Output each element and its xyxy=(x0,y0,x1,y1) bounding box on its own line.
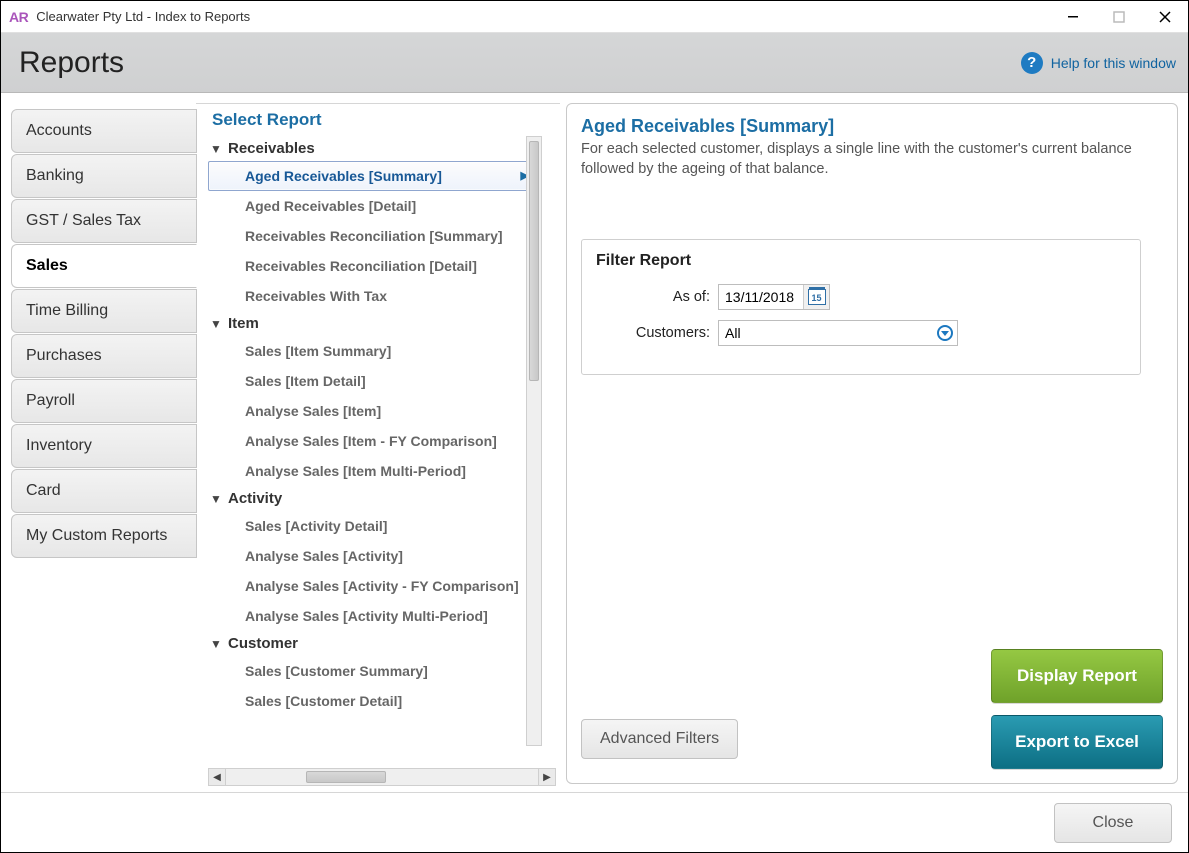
category-tab-card[interactable]: Card xyxy=(11,469,197,513)
report-group-receivables[interactable]: ▼ Receivables xyxy=(208,136,538,161)
report-item[interactable]: Analyse Sales [Activity] xyxy=(208,541,538,571)
customers-combo[interactable] xyxy=(718,320,958,346)
help-link[interactable]: ? Help for this window xyxy=(1021,52,1176,74)
report-item[interactable]: Sales [Item Detail] xyxy=(208,366,538,396)
report-detail-panel: Aged Receivables [Summary] For each sele… xyxy=(566,103,1178,784)
as-of-date-input[interactable] xyxy=(719,285,803,309)
select-report-title: Select Report xyxy=(206,104,560,136)
minimize-button[interactable] xyxy=(1050,1,1096,33)
category-tab-my-custom-reports[interactable]: My Custom Reports xyxy=(11,514,197,558)
filter-title: Filter Report xyxy=(596,252,1126,270)
disclosure-icon: ▼ xyxy=(210,492,224,506)
app-icon: AR xyxy=(9,9,28,25)
report-item[interactable]: Sales [Customer Summary] xyxy=(208,656,538,686)
page-title: Reports xyxy=(19,46,124,80)
category-tab-banking[interactable]: Banking xyxy=(11,154,197,198)
report-item[interactable]: Sales [Activity Detail] xyxy=(208,511,538,541)
disclosure-icon: ▼ xyxy=(210,142,224,156)
customers-label: Customers: xyxy=(596,325,710,341)
category-nav: AccountsBankingGST / Sales TaxSalesTime … xyxy=(1,103,197,792)
report-item[interactable]: Analyse Sales [Activity - FY Comparison] xyxy=(208,571,538,601)
as-of-label: As of: xyxy=(596,289,710,305)
header-bar: Reports ? Help for this window xyxy=(1,33,1188,93)
category-tab-purchases[interactable]: Purchases xyxy=(11,334,197,378)
export-to-excel-button[interactable]: Export to Excel xyxy=(991,715,1163,769)
report-item[interactable]: Analyse Sales [Activity Multi-Period] xyxy=(208,601,538,631)
advanced-filters-button[interactable]: Advanced Filters xyxy=(581,719,738,759)
maximize-button[interactable] xyxy=(1096,1,1142,33)
report-item[interactable]: Analyse Sales [Item] xyxy=(208,396,538,426)
report-item[interactable]: Aged Receivables [Summary] xyxy=(208,161,538,191)
disclosure-icon: ▼ xyxy=(210,637,224,651)
close-button[interactable]: Close xyxy=(1054,803,1172,843)
vertical-scrollbar[interactable] xyxy=(526,136,542,746)
report-group-label: Item xyxy=(228,315,259,332)
report-group-label: Receivables xyxy=(228,140,315,157)
chevron-down-icon xyxy=(937,325,953,341)
close-window-button[interactable] xyxy=(1142,1,1188,33)
category-tab-accounts[interactable]: Accounts xyxy=(11,109,197,153)
customers-input[interactable] xyxy=(719,321,933,345)
calendar-icon: 15 xyxy=(809,291,825,304)
report-item[interactable]: Receivables Reconciliation [Summary] xyxy=(208,221,538,251)
category-tab-time-billing[interactable]: Time Billing xyxy=(11,289,197,333)
category-tab-gst-sales-tax[interactable]: GST / Sales Tax xyxy=(11,199,197,243)
category-tab-inventory[interactable]: Inventory xyxy=(11,424,197,468)
report-item[interactable]: Sales [Customer Detail] xyxy=(208,686,538,716)
help-icon: ? xyxy=(1021,52,1043,74)
report-item[interactable]: Sales [Item Summary] xyxy=(208,336,538,366)
report-item[interactable]: Receivables Reconciliation [Detail] xyxy=(208,251,538,281)
calendar-button[interactable]: 15 xyxy=(803,285,829,309)
help-label: Help for this window xyxy=(1051,55,1176,71)
report-tree: ▼ Receivables Aged Receivables [Summary]Ag… xyxy=(206,136,542,764)
report-item[interactable]: Analyse Sales [Item Multi-Period] xyxy=(208,456,538,486)
report-list-panel: Select Report ▼ Receivables Aged Receivabl… xyxy=(196,103,560,792)
disclosure-icon: ▼ xyxy=(210,317,224,331)
report-group-activity[interactable]: ▼ Activity xyxy=(208,486,538,511)
scroll-right-arrow[interactable]: ▶ xyxy=(538,768,556,786)
window-title: Clearwater Pty Ltd - Index to Reports xyxy=(36,9,250,24)
window-titlebar: AR Clearwater Pty Ltd - Index to Reports xyxy=(1,1,1188,33)
footer-bar: Close xyxy=(1,792,1188,852)
report-group-item[interactable]: ▼ Item xyxy=(208,311,538,336)
category-tab-payroll[interactable]: Payroll xyxy=(11,379,197,423)
horizontal-scrollbar[interactable]: ◀ ▶ xyxy=(208,768,556,786)
filter-report-box: Filter Report As of: 15 Customers: xyxy=(581,239,1141,375)
report-group-customer[interactable]: ▼ Customer xyxy=(208,631,538,656)
category-tab-sales[interactable]: Sales xyxy=(11,244,197,288)
report-group-label: Activity xyxy=(228,490,282,507)
display-report-button[interactable]: Display Report xyxy=(991,649,1163,703)
report-group-label: Customer xyxy=(228,635,298,652)
customers-dropdown-button[interactable] xyxy=(933,321,957,345)
scroll-left-arrow[interactable]: ◀ xyxy=(208,768,226,786)
report-description: For each selected customer, displays a s… xyxy=(581,139,1141,179)
report-title: Aged Receivables [Summary] xyxy=(581,116,1163,137)
report-item[interactable]: Aged Receivables [Detail] xyxy=(208,191,538,221)
report-item[interactable]: Receivables With Tax xyxy=(208,281,538,311)
report-item[interactable]: Analyse Sales [Item - FY Comparison] xyxy=(208,426,538,456)
as-of-date-field[interactable]: 15 xyxy=(718,284,830,310)
